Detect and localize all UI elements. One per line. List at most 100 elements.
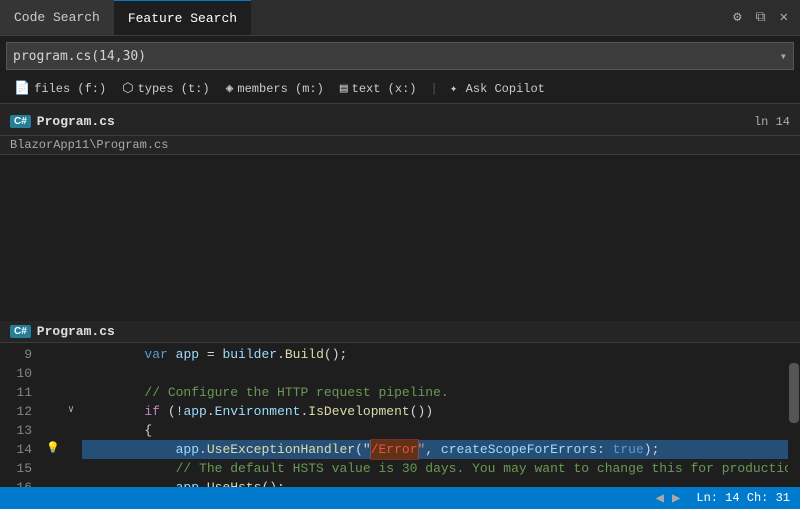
arrow-cell: [64, 362, 78, 381]
result-file-path: BlazorApp11\Program.cs: [0, 136, 800, 155]
code-token: app: [176, 440, 199, 459]
arrow-cell: [64, 438, 78, 457]
scrollbar-track[interactable]: [788, 343, 800, 487]
title-bar: Code Search Feature Search ⚙ ⧉ ✕: [0, 0, 800, 36]
code-token: .: [300, 402, 308, 421]
code-line: app.UseHsts();: [82, 478, 788, 487]
result-line-info: ln 14: [754, 115, 790, 129]
filter-members[interactable]: ◈ members (m:): [220, 79, 330, 98]
filter-text[interactable]: ▤ text (x:): [334, 79, 423, 98]
code-cs-badge: C#: [10, 325, 31, 338]
text-icon: ▤: [340, 81, 348, 96]
code-line: var app = builder.Build();: [82, 345, 788, 364]
files-icon: 📄: [14, 81, 30, 96]
code-token: );: [644, 440, 660, 459]
arrow-cell: [64, 419, 78, 438]
maximize-icon[interactable]: ⧉: [752, 8, 770, 28]
code-token: if: [144, 402, 160, 421]
code-token: app: [176, 345, 199, 364]
search-options-icon[interactable]: ▾: [780, 49, 787, 64]
code-section: C# Program.cs 910111213141516171819 💡 ∨ …: [0, 321, 800, 487]
types-icon: ⬡: [122, 81, 133, 96]
nav-next-button[interactable]: ▶: [670, 488, 682, 509]
code-line: {: [82, 421, 788, 440]
code-token: createScopeForErrors: [441, 440, 597, 459]
code-file-header: C# Program.cs: [0, 321, 800, 343]
gutter-col: 💡: [42, 343, 64, 487]
code-line: app.UseExceptionHandler("/Error", create…: [82, 440, 788, 459]
code-file-name: Program.cs: [37, 324, 115, 339]
code-token: (!: [160, 402, 183, 421]
results-area: C# Program.cs ln 14 BlazorApp11\Program.…: [0, 104, 800, 155]
scrollbar-thumb[interactable]: [789, 363, 799, 423]
code-line: if (!app.Environment.IsDevelopment()): [82, 402, 788, 421]
code-token: UseExceptionHandler: [207, 440, 355, 459]
filter-types[interactable]: ⬡ types (t:): [116, 79, 215, 98]
code-token: var: [144, 345, 167, 364]
code-token: :: [597, 440, 613, 459]
code-content: var app = builder.Build(); // Configure …: [78, 343, 788, 487]
code-token: ();: [324, 345, 347, 364]
code-token: true: [613, 440, 644, 459]
arrow-cell: [64, 381, 78, 400]
filter-files[interactable]: 📄 files (f:): [8, 79, 112, 98]
code-token: {: [144, 421, 152, 440]
code-token: app: [183, 402, 206, 421]
code-token: // The default HSTS value is 30 days. Yo…: [176, 459, 788, 478]
arrow-cell: [64, 343, 78, 362]
tab-code-search[interactable]: Code Search: [0, 0, 114, 35]
gutter-cell: [42, 476, 64, 487]
search-input[interactable]: [13, 49, 780, 64]
ask-copilot-button[interactable]: ✦ Ask Copilot: [446, 81, 545, 97]
code-line: // Configure the HTTP request pipeline.: [82, 383, 788, 402]
result-header-left: C# Program.cs: [10, 114, 115, 129]
code-token: // Configure the HTTP request pipeline.: [144, 383, 448, 402]
tab-feature-search[interactable]: Feature Search: [114, 0, 251, 35]
code-line: [82, 364, 788, 383]
code-token: Environment: [215, 402, 301, 421]
code-token: .: [207, 402, 215, 421]
gutter-cell: [42, 343, 64, 362]
empty-results-space: [0, 155, 800, 321]
arrow-col: ∨: [64, 343, 78, 487]
code-token: .: [199, 478, 207, 487]
code-token: builder: [222, 345, 277, 364]
gutter-cell[interactable]: 💡: [42, 438, 64, 457]
title-bar-actions: ⚙ ⧉ ✕: [729, 0, 800, 35]
arrow-cell: [64, 457, 78, 476]
gutter-cell: [42, 362, 64, 381]
code-token: /Error: [371, 440, 418, 459]
code-token: [168, 345, 176, 364]
nav-arrows: ◀ ▶: [654, 488, 683, 509]
copilot-icon: ✦: [446, 81, 462, 97]
gutter-cell: [42, 400, 64, 419]
gutter-cell: [42, 381, 64, 400]
cs-badge: C#: [10, 115, 31, 128]
code-token: ()): [410, 402, 433, 421]
result-file-name: Program.cs: [37, 114, 115, 129]
members-icon: ◈: [226, 81, 234, 96]
code-token: ();: [261, 478, 284, 487]
code-token: Build: [285, 345, 324, 364]
arrow-cell: [64, 476, 78, 487]
app-container: Code Search Feature Search ⚙ ⧉ ✕ ▾ 📄 fil…: [0, 0, 800, 509]
search-bar-container: ▾: [6, 42, 794, 70]
result-file-header: C# Program.cs ln 14: [0, 108, 800, 136]
filter-bar: 📄 files (f:) ⬡ types (t:) ◈ members (m:)…: [0, 74, 800, 104]
gutter-cell: [42, 419, 64, 438]
status-bar: ◀ ▶ Ln: 14 Ch: 31: [0, 487, 800, 509]
code-token: =: [199, 345, 222, 364]
gutter-cell: [42, 457, 64, 476]
code-token: ,: [425, 440, 441, 459]
nav-prev-button[interactable]: ◀: [654, 488, 666, 509]
arrow-cell: ∨: [64, 400, 78, 419]
code-token: (": [355, 440, 371, 459]
code-token: UseHsts: [207, 478, 262, 487]
code-line: // The default HSTS value is 30 days. Yo…: [82, 459, 788, 478]
close-icon[interactable]: ✕: [776, 7, 792, 28]
line-col-status: Ln: 14 Ch: 31: [696, 491, 790, 505]
code-token: IsDevelopment: [308, 402, 409, 421]
settings-icon[interactable]: ⚙: [729, 7, 745, 28]
code-area: 910111213141516171819 💡 ∨ var app = buil…: [0, 343, 800, 487]
line-numbers: 910111213141516171819: [0, 343, 42, 487]
